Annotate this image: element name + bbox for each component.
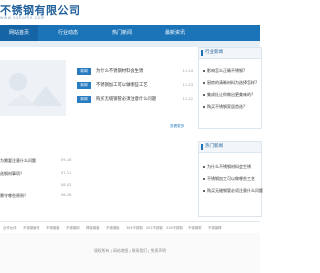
friend-link[interactable]: 焊接钢管	[86, 225, 100, 230]
friend-link[interactable]: 不锈钢管件	[23, 225, 40, 230]
nav-home[interactable]: 网站首页	[0, 25, 38, 41]
news-title[interactable]: 为什么不锈钢材料会生锈	[96, 66, 143, 77]
nav-industry[interactable]: 行业动态	[38, 25, 98, 41]
image-placeholder-icon	[0, 60, 66, 116]
site-footer: 版权所有 | 网站地图 | 联系我们 | 免责声明	[0, 233, 260, 273]
bullet-icon	[203, 94, 205, 96]
question-item[interactable]: 为需要注意什么问题	[0, 158, 70, 164]
question-date: 09-16	[61, 158, 72, 162]
sidebar-news-item[interactable]: 不锈钢加工可以做哪些工艺	[203, 176, 255, 182]
news-date: 11-23	[182, 83, 193, 87]
header-accent-bar	[201, 144, 203, 150]
sidebar-box-title: 行业新闻	[205, 50, 223, 55]
sidebar-news-label[interactable]: 集成灶让你做出更美味的?	[207, 92, 253, 97]
friend-link[interactable]: 不锈钢板	[106, 225, 120, 230]
site-url: www.xxhome.com	[0, 15, 46, 20]
sidebar-news-item[interactable]: 影响怎么正确不锈钢?	[203, 68, 245, 74]
sidebar-hot-news: 热门新闻 为什么不锈钢材料会生锈 不锈钢加工可以做哪些工艺 购买无缝钢管必须注意…	[198, 141, 263, 217]
friend-link[interactable]: 316不锈钢	[166, 225, 183, 230]
friend-link[interactable]: 不锈钢带	[188, 225, 202, 230]
news-tag: 新闻	[77, 96, 91, 103]
friend-link[interactable]: 不锈钢管	[46, 225, 60, 230]
sidebar-news-label[interactable]: 不锈钢加工可以做哪些工艺	[207, 176, 255, 181]
site-header: 不锈钢有限公司 www.xxhome.com	[0, 0, 260, 25]
question-date: 06-26	[61, 193, 72, 197]
friend-link[interactable]: 304不锈钢	[126, 225, 143, 230]
header-accent-bar	[201, 50, 203, 56]
bullet-icon	[203, 106, 205, 108]
sidebar-news-item[interactable]: 购买无缝钢管必须注意什么问题	[203, 188, 263, 194]
sidebar-box-header: 行业新闻	[199, 48, 261, 59]
news-tag: 新闻	[77, 68, 91, 75]
banner-image[interactable]	[0, 60, 66, 116]
sidebar-news-item[interactable]: 厨房的清晰材料为选择怎样?	[203, 80, 257, 86]
question-item[interactable]: 选钢材事项？	[0, 171, 70, 177]
news-title[interactable]: 购买无缝钢管必须注意什么问题	[96, 94, 156, 105]
friend-link[interactable]: 不锈钢网	[66, 225, 80, 230]
main-nav: 网站首页 行业动态 热门新闻 最新资讯	[0, 25, 260, 41]
sidebar-news-item[interactable]: 购买不锈钢家居首选?	[203, 104, 245, 110]
news-item[interactable]: 新闻 为什么不锈钢材料会生锈 11-24	[77, 66, 193, 77]
sidebar-news-item[interactable]: 为什么不锈钢材料会生锈	[203, 164, 251, 170]
question-date: 08-02	[61, 183, 72, 187]
more-link[interactable]: 查看更多	[170, 124, 184, 129]
sidebar-industry-news: 行业新闻 影响怎么正确不锈钢? 厨房的清晰材料为选择怎样? 集成灶让你做出更美味…	[198, 47, 262, 129]
bullet-icon	[203, 178, 205, 180]
news-title[interactable]: 不锈钢加工可以做哪些工艺	[96, 80, 148, 91]
sidebar-news-item[interactable]: 集成灶让你做出更美味的?	[203, 92, 253, 98]
sidebar-box-header: 热门新闻	[199, 142, 261, 153]
question-item[interactable]: 需守哪些原则？	[0, 193, 70, 199]
friend-link[interactable]: 合作伙伴	[3, 225, 17, 230]
news-item[interactable]: 新闻 购买无缝钢管必须注意什么问题 11-22	[77, 94, 193, 105]
bullet-icon	[203, 82, 205, 84]
news-date: 11-22	[182, 97, 193, 101]
question-title[interactable]: 需守哪些原则？	[0, 193, 28, 198]
footer-copyright: 版权所有 | 网站地图 | 联系我们 | 免责声明	[94, 248, 166, 253]
sidebar-box-title: 热门新闻	[205, 144, 223, 149]
sidebar-news-label[interactable]: 影响怎么正确不锈钢?	[207, 68, 245, 73]
sidebar-news-label[interactable]: 购买无缝钢管必须注意什么问题	[207, 188, 263, 193]
nav-latest[interactable]: 最新资讯	[146, 25, 204, 41]
bullet-icon	[203, 70, 205, 72]
nav-hot-news[interactable]: 热门新闻	[98, 25, 146, 41]
friend-link[interactable]: 201不锈钢	[146, 225, 163, 230]
sidebar-news-label[interactable]: 厨房的清晰材料为选择怎样?	[207, 80, 257, 85]
bullet-icon	[203, 166, 205, 168]
question-title[interactable]: 为需要注意什么问题	[0, 158, 36, 163]
bullet-icon	[203, 190, 205, 192]
sidebar-news-label[interactable]: 购买不锈钢家居首选?	[207, 104, 245, 109]
question-date: 07-11	[61, 171, 72, 175]
friend-link[interactable]: 不锈钢棒	[208, 225, 222, 230]
news-item[interactable]: 新闻 不锈钢加工可以做哪些工艺 11-23	[77, 80, 193, 91]
sidebar-news-label[interactable]: 为什么不锈钢材料会生锈	[207, 164, 251, 169]
news-date: 11-24	[182, 69, 193, 73]
news-tag: 新闻	[77, 82, 91, 89]
question-title[interactable]: 选钢材事项？	[0, 171, 24, 176]
